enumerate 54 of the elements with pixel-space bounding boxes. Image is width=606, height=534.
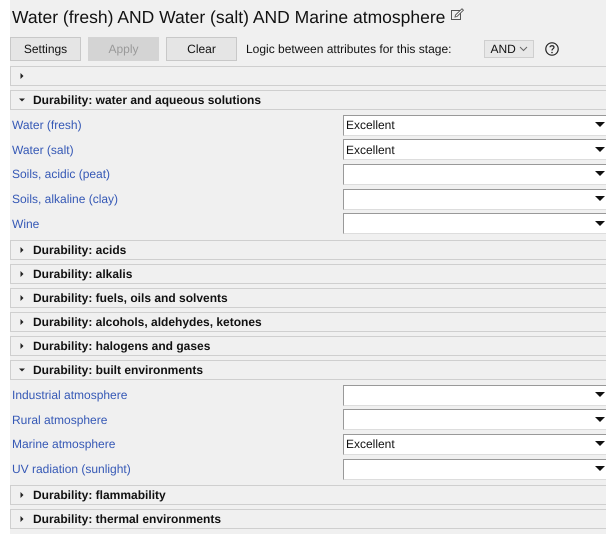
caret-down-icon (19, 97, 25, 103)
section-header[interactable]: Durability: halogens and gases (10, 336, 606, 356)
caret-down-icon (19, 366, 25, 373)
value-dropdown[interactable] (343, 384, 606, 406)
attribute-link[interactable]: UV radiation (sunlight) (10, 462, 131, 476)
value-dropdown[interactable] (343, 213, 606, 234)
attribute-link[interactable]: Soils, acidic (peat) (10, 167, 110, 182)
value-dropdown[interactable] (343, 409, 606, 430)
section-header[interactable]: Durability: alcohols, aldehydes, ketones (10, 312, 606, 332)
value-dropdown[interactable] (343, 188, 606, 210)
caret-right-icon (19, 318, 25, 325)
dropdown-arrow-icon (595, 171, 605, 178)
attribute-link[interactable]: Industrial atmosphere (10, 388, 128, 402)
value-dropdown[interactable] (343, 458, 606, 480)
caret-right-icon (19, 246, 25, 253)
value-dropdown[interactable]: Excellent (343, 139, 606, 160)
section-header[interactable]: Durability: water and aqueous solutions (10, 90, 606, 110)
attribute-link[interactable]: Water (salt) (10, 142, 74, 157)
attribute-link[interactable]: Soils, alkaline (clay) (10, 192, 118, 206)
caret-right-icon (19, 270, 25, 277)
attribute-link[interactable]: Marine atmosphere (10, 437, 116, 452)
caret-right-icon (19, 73, 25, 79)
section-header[interactable]: Durability: thermal environments (10, 509, 606, 530)
caret-right-icon (19, 492, 25, 498)
section-header[interactable]: Durability: fuels, oils and solvents (10, 288, 606, 308)
dropdown-arrow-icon (595, 220, 605, 227)
section-header[interactable]: Durability: built environments (10, 360, 606, 380)
page-title: Water (fresh) AND Water (salt) AND Marine atmosphere (12, 7, 446, 28)
section-header[interactable]: Durability: flammability (10, 485, 606, 506)
help-icon[interactable] (545, 42, 560, 56)
value-dropdown[interactable] (343, 164, 606, 185)
caret-right-icon (19, 342, 25, 349)
section-header[interactable]: Durability: acids (10, 240, 606, 260)
logic-label: Logic between attributes for this stage: (246, 42, 452, 56)
caret-right-icon (19, 516, 25, 522)
chevron-icon (519, 46, 528, 52)
dropdown-arrow-icon (595, 441, 605, 448)
dropdown-arrow-icon (595, 416, 605, 423)
logic-dropdown[interactable]: AND (484, 40, 534, 58)
value-dropdown[interactable]: Excellent (343, 434, 606, 455)
toolbar-button[interactable]: Settings (10, 37, 81, 61)
attribute-link[interactable]: Rural atmosphere (10, 412, 108, 427)
dropdown-arrow-icon (595, 146, 605, 153)
dropdown-arrow-icon (595, 466, 605, 472)
attribute-link[interactable]: Water (fresh) (10, 118, 82, 132)
section-header[interactable]: Durability: alkalis (10, 264, 606, 284)
toolbar-button[interactable]: Clear (166, 37, 237, 61)
dropdown-arrow-icon (595, 122, 605, 128)
dropdown-arrow-icon (595, 392, 605, 398)
value-dropdown[interactable]: Excellent (343, 114, 606, 136)
caret-right-icon (19, 294, 25, 301)
attribute-link[interactable]: Wine (10, 216, 40, 231)
edit-icon[interactable] (451, 8, 464, 21)
dropdown-arrow-icon (595, 196, 605, 202)
